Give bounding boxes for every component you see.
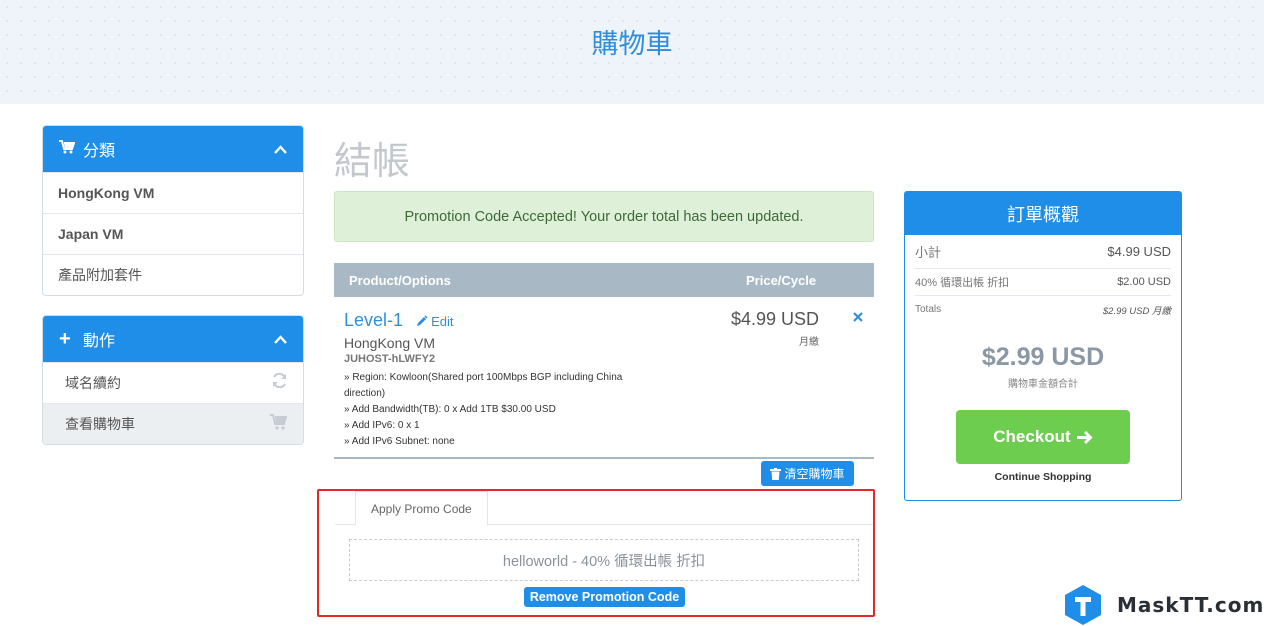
totals-value: $2.99 USD 月繳 [1102,305,1171,317]
cart-item-row: Level-1 Edit HongKong VM JUHOST-hLWFY2 »… [334,297,874,459]
actions-panel-heading[interactable]: + 動作 [43,316,303,362]
remove-promo-button[interactable]: Remove Promotion Code [524,587,685,607]
cart-item-option: » Region: Kowloon(Shared port 100Mbps BG… [344,372,623,399]
chevron-up-icon[interactable] [274,141,287,157]
sidebar-item-hongkong-vm[interactable]: HongKong VM [43,172,303,213]
subtotal-value: $4.99 USD [1107,244,1171,259]
cart-item-option: » Add Bandwidth(TB): 0 x Add 1TB $30.00 … [344,404,556,415]
order-summary: 訂單概觀 小計 $4.99 USD 40% 循環出帳 折扣 $2.00 USD … [904,191,1182,501]
page-header: 購物車 [0,0,1264,104]
sidebar-item-label: HongKong VM [58,185,155,201]
sidebar-item-label: 查看購物車 [65,416,135,432]
column-header-price: Price/Cycle [746,272,817,288]
plus-icon: + [59,327,71,350]
sidebar-item-label: 產品附加套件 [58,267,142,283]
actions-panel-title: 動作 [83,333,116,350]
watermark-text: MaskTT.com [1117,593,1264,617]
sidebar-item-label: 域名續約 [65,375,121,391]
cart-item-price-amount: $4.99 USD [730,309,819,329]
checkout-title: 結帳 [334,141,411,183]
sidebar-item-addons[interactable]: 產品附加套件 [43,254,303,295]
cart-item-option: » Add IPv6 Subnet: none [344,436,455,447]
promo-success-alert: Promotion Code Accepted! Your order tota… [334,191,874,242]
cart-item-billing-cycle: 月繳 [799,337,819,348]
close-icon [853,312,863,322]
cart-item-price: $4.99 USD 月繳 [731,309,819,348]
discount-label: 40% 循環出帳 折扣 [915,277,1010,289]
column-header-product: Product/Options [349,272,451,288]
total-due-amount: $2.99 USD [981,343,1105,371]
watermark: MaskTT.com [1063,584,1264,626]
chevron-up-icon[interactable] [274,331,287,347]
cart-item-name[interactable]: Level-1 [344,310,403,330]
discount-row: 40% 循環出帳 折扣 $2.00 USD [915,269,1171,296]
sidebar-item-view-cart[interactable]: 查看購物車 [43,403,303,444]
categories-panel: 分類 HongKong VM Japan VM 產品附加套件 [42,125,304,296]
checkout-label: Checkout [993,427,1071,446]
remove-item-button[interactable] [853,309,863,325]
tab-apply-promo-code[interactable]: Apply Promo Code [355,491,488,526]
applied-promo-code: helloworld - 40% 循環出帳 折扣 [349,539,859,581]
pencil-icon [416,315,428,326]
continue-shopping-link[interactable]: Continue Shopping [905,471,1181,483]
totals-label: Totals [915,304,942,315]
categories-panel-title: 分類 [83,143,116,160]
empty-cart-button[interactable]: 清空購物車 [761,461,854,486]
categories-panel-heading[interactable]: 分類 [43,126,303,172]
cart-table-header: Product/Options Price/Cycle [334,263,874,297]
subtotal-row: 小計 $4.99 USD [915,235,1171,269]
discount-value: $2.00 USD [1117,276,1171,288]
refresh-icon [271,372,288,394]
cart-item-option: » Add IPv6: 0 x 1 [344,420,420,431]
masktt-logo-icon [1065,585,1101,625]
cart-table: Product/Options Price/Cycle Level-1 Edit… [334,263,874,459]
cart-item-domain: JUHOST-hLWFY2 [344,353,436,365]
cart-icon [59,140,77,158]
sidebar-item-domain-renewal[interactable]: 域名續約 [43,362,303,403]
arrow-right-icon [1076,430,1093,444]
totals-row: Totals $2.99 USD 月繳 [915,296,1171,323]
checkout-button[interactable]: Checkout [956,410,1130,464]
empty-cart-label: 清空購物車 [784,467,845,481]
subtotal-label: 小計 [915,245,942,260]
page-header-title: 購物車 [591,29,673,59]
total-due-caption: 購物車金額合計 [1008,379,1078,390]
promo-section: Apply Promo Code helloworld - 40% 循環出帳 折… [317,489,875,617]
sidebar-item-japan-vm[interactable]: Japan VM [43,213,303,254]
actions-panel: + 動作 域名續約 查看購物車 [42,315,304,445]
cart-icon [270,413,288,435]
cart-item-options: » Region: Kowloon(Shared port 100Mbps BG… [344,370,624,450]
order-summary-title: 訂單概觀 [905,192,1181,235]
sidebar-item-label: Japan VM [58,226,124,242]
edit-item-label: Edit [431,314,454,329]
edit-item-link[interactable]: Edit [416,314,454,329]
trash-icon [770,467,782,480]
